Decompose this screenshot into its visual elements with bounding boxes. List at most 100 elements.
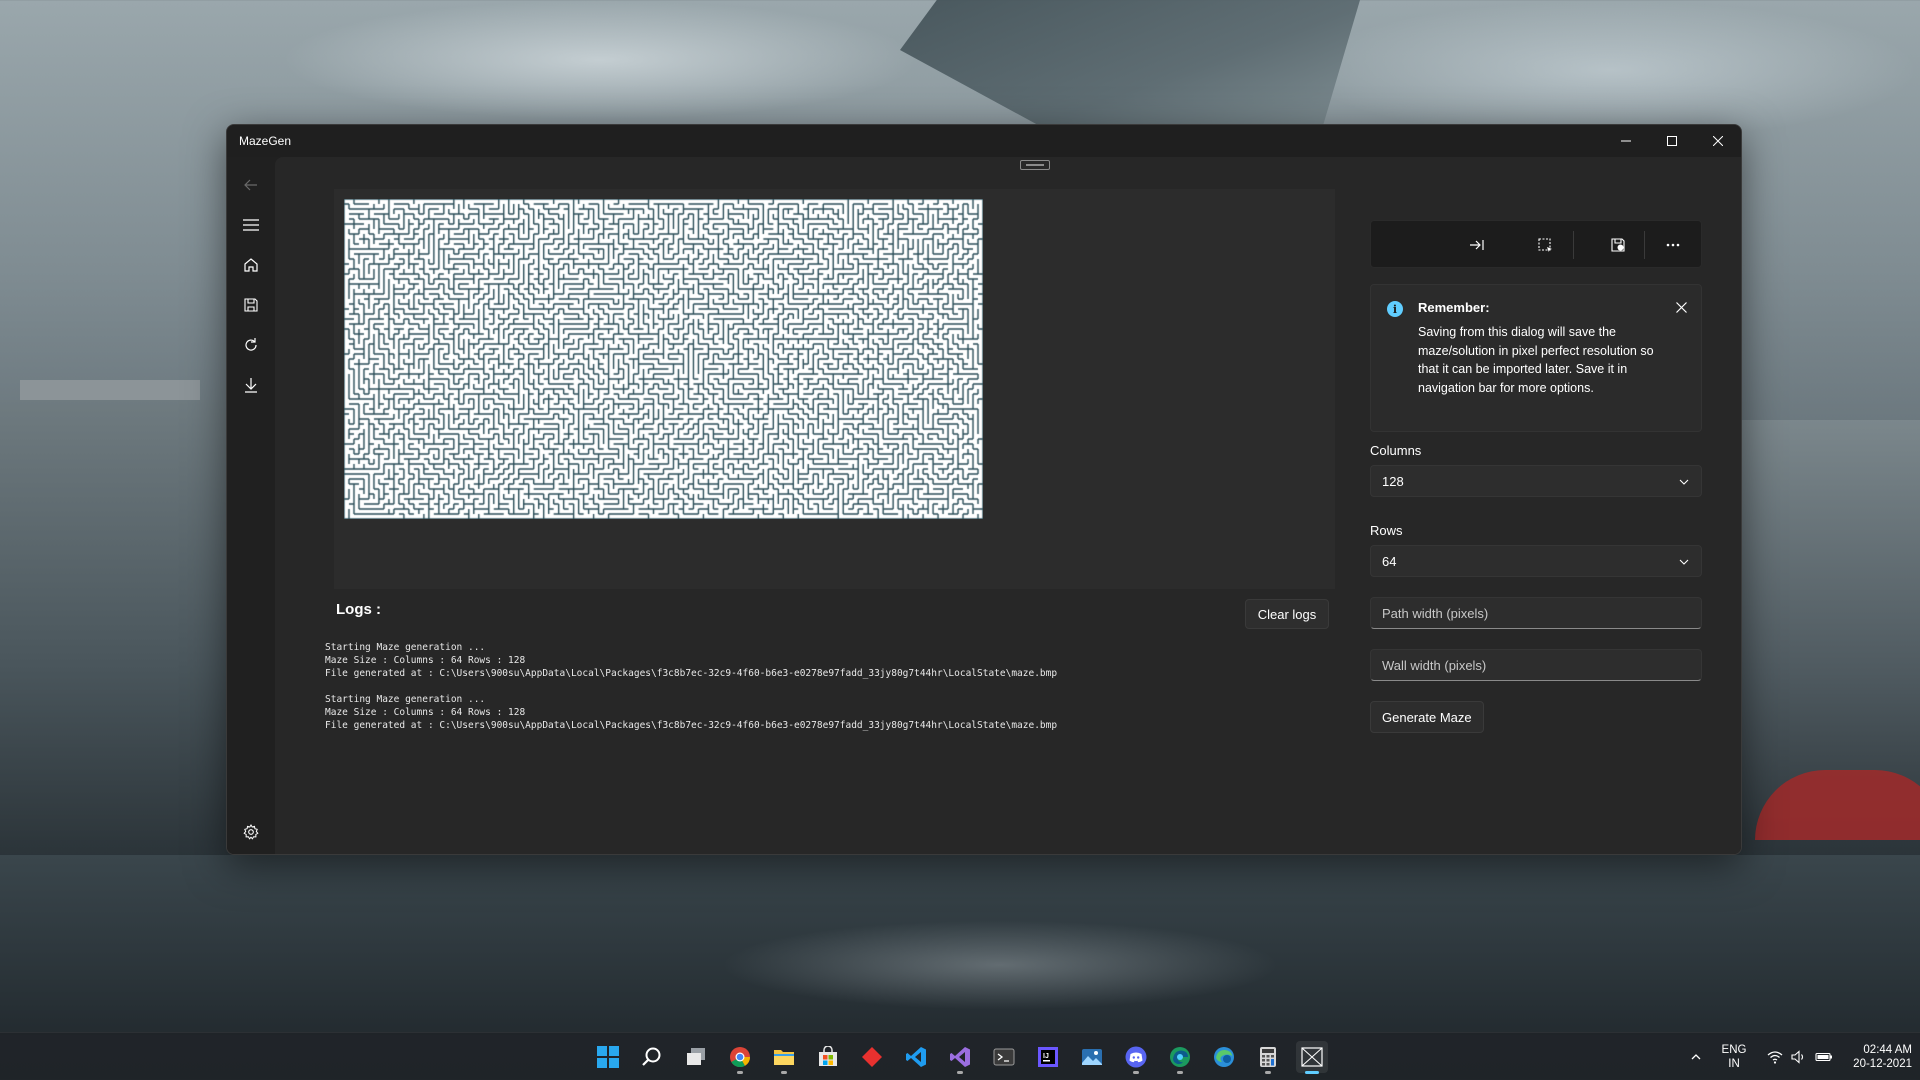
tab-right-icon xyxy=(1470,240,1484,250)
close-icon xyxy=(1713,136,1723,146)
chevron-down-icon xyxy=(1679,559,1689,565)
gear-icon xyxy=(243,824,259,840)
start-button[interactable] xyxy=(592,1041,624,1073)
rows-value: 64 xyxy=(1382,554,1397,569)
quick-settings-button[interactable] xyxy=(1758,1043,1842,1071)
task-view-button[interactable] xyxy=(680,1041,712,1073)
clock-time: 02:44 AM xyxy=(1863,1044,1912,1056)
volume-icon xyxy=(1791,1050,1804,1064)
log-line: File generated at : C:\Users\900su\AppDa… xyxy=(325,668,1058,679)
chevron-down-icon xyxy=(1679,479,1689,485)
wall-width-input[interactable] xyxy=(1370,649,1702,681)
taskbar-app-jetbrains[interactable]: IJ xyxy=(1032,1041,1064,1073)
taskbar-app-vscode[interactable] xyxy=(900,1041,932,1073)
log-line: Starting Maze generation ... xyxy=(325,694,486,705)
wifi-icon xyxy=(1767,1051,1783,1064)
command-separator xyxy=(1644,231,1645,259)
info-close-button[interactable] xyxy=(1671,297,1691,317)
microsoft-store-icon xyxy=(819,1046,837,1066)
terminal-icon xyxy=(993,1048,1015,1066)
vscode-icon xyxy=(906,1047,926,1067)
taskbar-app-discord[interactable] xyxy=(1120,1041,1152,1074)
jetbrains-icon: IJ xyxy=(1038,1047,1058,1067)
mazegen-icon xyxy=(1301,1047,1323,1067)
nav-refresh-button[interactable] xyxy=(235,329,267,361)
open-pane-button[interactable] xyxy=(1461,229,1493,261)
taskbar-app-git[interactable] xyxy=(856,1041,888,1073)
nav-menu-button[interactable] xyxy=(235,209,267,241)
wallpaper-cloud xyxy=(1300,0,1920,140)
info-title: Remember: xyxy=(1418,300,1490,315)
git-icon xyxy=(862,1047,882,1067)
path-width-input[interactable] xyxy=(1370,597,1702,629)
pane-drag-handle[interactable] xyxy=(1020,160,1050,170)
command-separator xyxy=(1573,231,1574,259)
taskbar: IJ ENG IN 02:44 AM 20-12-2021 xyxy=(0,1032,1920,1080)
taskbar-app-terminal[interactable] xyxy=(988,1041,1020,1073)
download-icon xyxy=(245,378,257,393)
maze-image xyxy=(344,199,983,519)
close-button[interactable] xyxy=(1695,125,1741,157)
log-entry: Starting Maze generation ... Maze Size : … xyxy=(325,641,1057,680)
clock-button[interactable]: 02:44 AM 20-12-2021 xyxy=(1840,1043,1912,1071)
wallpaper-umbrella xyxy=(1755,770,1920,840)
rows-combobox[interactable]: 64 xyxy=(1370,545,1702,577)
running-indicator xyxy=(1305,1071,1319,1074)
command-bar xyxy=(1370,220,1702,268)
input-language-button[interactable]: ENG IN xyxy=(1716,1043,1752,1071)
main-content: Logs : Clear logs Starting Maze generati… xyxy=(275,157,1741,854)
running-indicator xyxy=(1133,1071,1139,1074)
maximize-icon xyxy=(1667,136,1677,146)
running-indicator xyxy=(957,1071,963,1074)
app-window: MazeGen Logs: Clear logs Starting Maze … xyxy=(226,124,1742,855)
taskbar-app-photos[interactable] xyxy=(1076,1041,1108,1073)
taskbar-app-mazegen[interactable] xyxy=(1296,1041,1328,1074)
clear-logs-button[interactable]: Clear logs xyxy=(1245,599,1329,629)
taskbar-search-button[interactable] xyxy=(636,1041,668,1073)
file-explorer-icon xyxy=(774,1050,794,1065)
save-maze-button[interactable] xyxy=(1602,229,1634,261)
home-icon xyxy=(244,258,258,272)
taskbar-app-visual-studio[interactable] xyxy=(944,1041,976,1074)
columns-combobox[interactable]: 128 xyxy=(1370,465,1702,497)
chrome-icon xyxy=(730,1047,751,1068)
nav-back-button[interactable] xyxy=(235,169,267,201)
svg-text:IJ: IJ xyxy=(1043,1053,1049,1060)
maze-preview-area xyxy=(334,189,1335,589)
title-bar[interactable]: MazeGen xyxy=(227,125,1741,157)
navigation-pane xyxy=(227,157,275,854)
edge-beta-icon xyxy=(1214,1047,1234,1067)
nav-home-button[interactable] xyxy=(235,249,267,281)
minimize-button[interactable] xyxy=(1603,125,1649,157)
select-region-icon xyxy=(1538,238,1552,252)
nav-settings-button[interactable] xyxy=(235,816,267,848)
log-line: Maze Size : Columns : 64 Rows : 128 xyxy=(325,655,526,666)
more-icon xyxy=(1666,243,1680,247)
show-hidden-icons-button[interactable] xyxy=(1682,1043,1710,1071)
maximize-button[interactable] xyxy=(1649,125,1695,157)
columns-label: Columns xyxy=(1370,443,1422,458)
task-view-icon xyxy=(687,1048,705,1065)
select-region-button[interactable] xyxy=(1529,229,1561,261)
columns-value: 128 xyxy=(1382,474,1404,489)
taskbar-app-calculator[interactable] xyxy=(1252,1041,1284,1074)
taskbar-app-edge-dev[interactable] xyxy=(1164,1041,1196,1074)
info-message: Saving from this dialog will save the ma… xyxy=(1418,325,1654,395)
taskbar-app-store[interactable] xyxy=(812,1041,844,1073)
taskbar-app-edge-beta[interactable] xyxy=(1208,1041,1240,1073)
language-code: ENG xyxy=(1721,1044,1747,1056)
running-indicator xyxy=(781,1071,787,1074)
generate-maze-button[interactable]: Generate Maze xyxy=(1370,701,1484,733)
taskbar-app-explorer[interactable] xyxy=(768,1041,800,1074)
taskbar-app-chrome[interactable] xyxy=(724,1041,756,1074)
nav-save-button[interactable] xyxy=(235,289,267,321)
minimize-icon xyxy=(1621,140,1631,142)
wallpaper-rock xyxy=(900,0,1360,125)
discord-icon xyxy=(1125,1046,1147,1068)
nav-download-button[interactable] xyxy=(235,369,267,401)
save-icon xyxy=(244,298,258,312)
back-arrow-icon xyxy=(244,179,257,191)
log-entry: Starting Maze generation ... Maze Size : … xyxy=(325,693,1057,732)
more-options-button[interactable] xyxy=(1657,229,1689,261)
refresh-icon xyxy=(245,338,257,351)
